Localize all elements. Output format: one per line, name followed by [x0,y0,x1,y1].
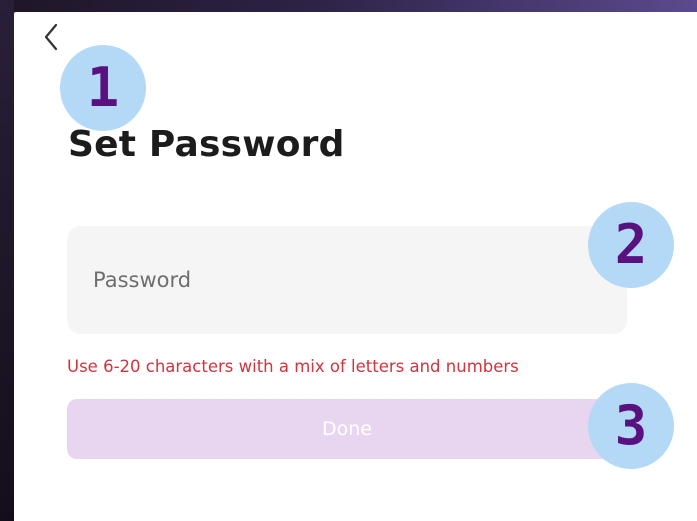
back-button[interactable] [36,20,66,54]
step-badge-3: 3 [588,383,674,469]
done-button[interactable]: Done [67,399,627,459]
screenshot-frame: Set Password Use 6-20 characters with a … [0,0,697,521]
step-badge-2: 2 [588,202,674,288]
password-hint-text: Use 6-20 characters with a mix of letter… [67,357,519,376]
step-badge-1: 1 [60,45,146,131]
chevron-left-icon [44,23,58,51]
password-field[interactable] [67,226,627,334]
password-input[interactable] [91,226,607,334]
